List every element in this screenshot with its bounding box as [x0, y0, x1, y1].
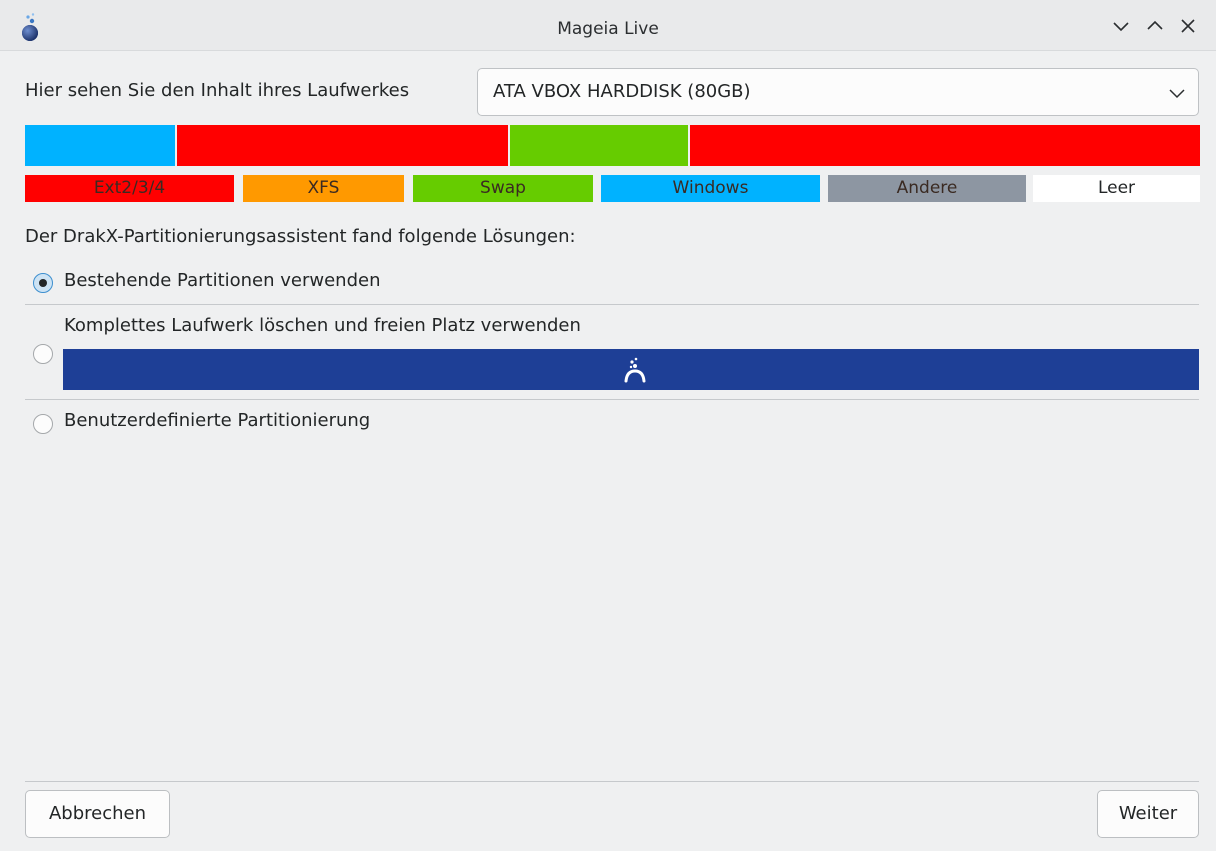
chevron-down-icon	[1169, 89, 1185, 99]
radio-custom[interactable]	[33, 414, 53, 434]
drive-select-value: ATA VBOX HARDDISK (80GB)	[493, 81, 751, 102]
legend-item: Windows	[601, 175, 820, 202]
drive-select[interactable]: ATA VBOX HARDDISK (80GB)	[477, 68, 1199, 116]
drive-label: Hier sehen Sie den Inhalt ihres Laufwerk…	[25, 80, 410, 101]
close-icon	[1181, 19, 1195, 33]
erase-disk-preview-bar	[63, 349, 1199, 390]
title-bar: Mageia Live	[0, 0, 1216, 51]
partition-segment[interactable]	[510, 125, 688, 166]
option-erase-disk-label[interactable]: Komplettes Laufwerk löschen und freien P…	[64, 315, 581, 336]
close-button[interactable]	[1176, 14, 1200, 38]
partition-legend: Ext2/3/4 XFS Swap Windows Andere Leer	[25, 175, 1200, 202]
chevron-down-icon	[1113, 22, 1129, 32]
partition-segment[interactable]	[690, 125, 1200, 166]
legend-item: XFS	[243, 175, 404, 202]
legend-item: Andere	[828, 175, 1026, 202]
solutions-label: Der DrakX-Partitionierungsassistent fand…	[25, 226, 576, 247]
footer-separator	[25, 781, 1199, 782]
installer-window: Mageia Live Hier sehen Sie den Inhalt ih…	[0, 0, 1216, 851]
legend-item: Leer	[1033, 175, 1200, 202]
option-use-existing-label[interactable]: Bestehende Partitionen verwenden	[64, 270, 381, 291]
radio-use-existing[interactable]	[33, 273, 53, 293]
mageia-logo-icon	[624, 357, 646, 383]
chevron-up-icon	[1147, 20, 1163, 30]
partition-segment[interactable]	[25, 125, 175, 166]
separator	[25, 304, 1199, 305]
separator	[25, 399, 1199, 400]
window-title: Mageia Live	[557, 19, 659, 39]
minimize-button[interactable]	[1109, 14, 1133, 38]
cancel-button[interactable]: Abbrechen	[25, 790, 170, 838]
legend-item: Ext2/3/4	[25, 175, 234, 202]
next-button[interactable]: Weiter	[1097, 790, 1199, 838]
option-custom-label[interactable]: Benutzerdefinierte Partitionierung	[64, 410, 370, 431]
maximize-button[interactable]	[1143, 14, 1167, 38]
partition-bar	[25, 125, 1200, 166]
radio-erase-disk[interactable]	[33, 344, 53, 364]
partition-segment[interactable]	[177, 125, 508, 166]
legend-item: Swap	[413, 175, 593, 202]
